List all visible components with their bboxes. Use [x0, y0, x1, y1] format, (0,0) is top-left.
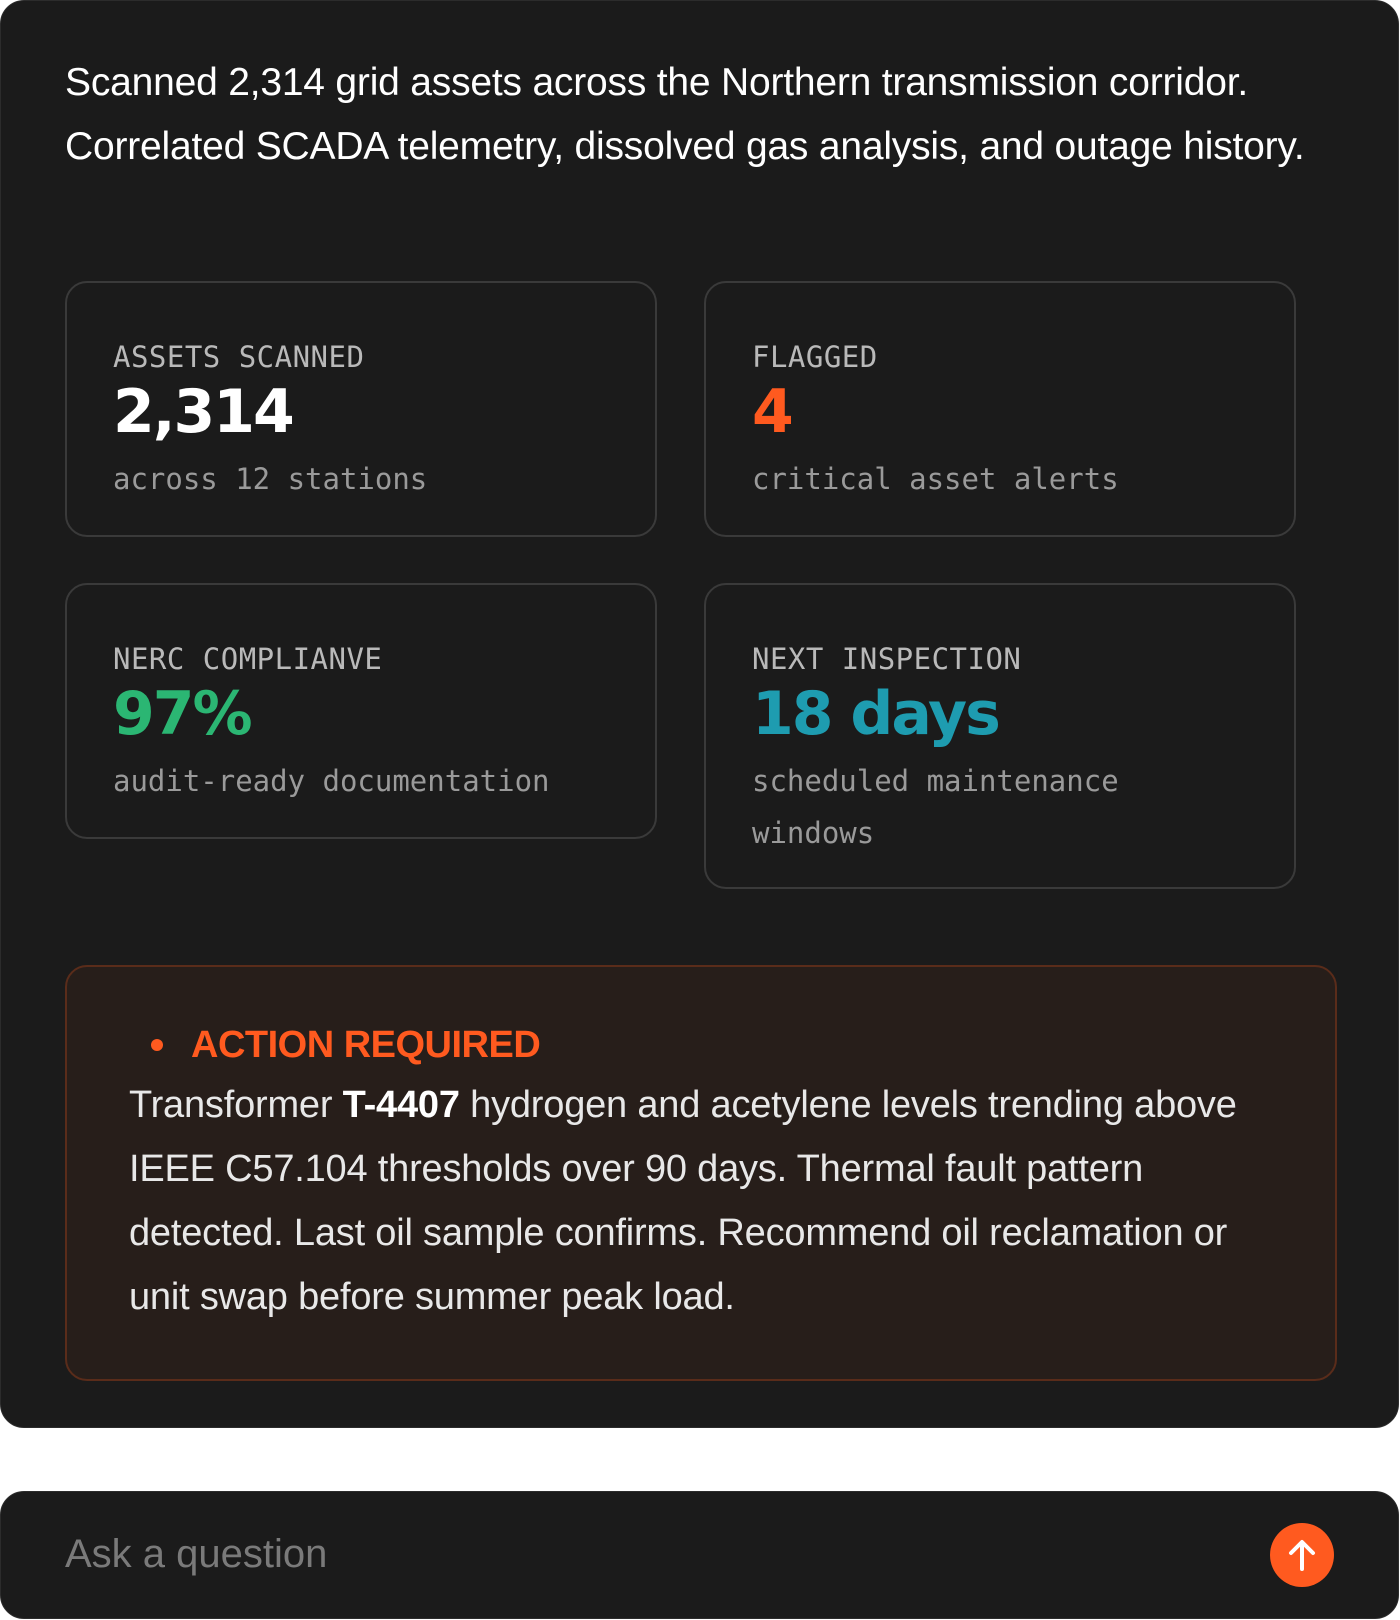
- stat-value: 18 days: [752, 679, 1001, 749]
- stat-card-nerc-compliance: NERC COMPLIANVE 97% audit-ready document…: [65, 583, 657, 839]
- bullet-dot-icon: [151, 1039, 163, 1051]
- stat-value: 97%: [113, 679, 253, 749]
- stat-value: 2,314: [113, 377, 295, 447]
- alert-body-prefix: Transformer: [129, 1084, 343, 1126]
- ask-bar: [0, 1491, 1399, 1619]
- stat-label: NEXT INSPECTION: [752, 642, 1022, 676]
- stat-label: FLAGGED: [752, 340, 878, 374]
- alert-title: ACTION REQUIRED: [191, 1024, 541, 1066]
- stat-label: NERC COMPLIANVE: [113, 642, 383, 676]
- summary-line-2: Correlated SCADA telemetry, dissolved ga…: [65, 125, 1305, 168]
- send-button[interactable]: [1270, 1523, 1334, 1587]
- stat-caption: scheduled maintenance windows: [752, 764, 1119, 850]
- action-required-alert: ACTION REQUIRED Transformer T-4407 hydro…: [65, 965, 1337, 1381]
- stat-card-flagged: FLAGGED 4 critical asset alerts: [704, 281, 1296, 537]
- summary-line-1: Scanned 2,314 grid assets across the Nor…: [65, 61, 1248, 104]
- stat-caption: critical asset alerts: [752, 462, 1119, 496]
- stat-card-next-inspection: NEXT INSPECTION 18 days scheduled mainte…: [704, 583, 1296, 889]
- question-input[interactable]: [65, 1522, 1165, 1586]
- asset-id: T-4407: [342, 1084, 460, 1126]
- arrow-up-icon: [1289, 1540, 1315, 1571]
- summary-text: Scanned 2,314 grid assets across the Nor…: [65, 51, 1355, 179]
- stat-value: 4: [752, 377, 794, 447]
- stat-caption: audit-ready documentation: [113, 764, 550, 798]
- stat-label: ASSETS SCANNED: [113, 340, 365, 374]
- analysis-panel: Scanned 2,314 grid assets across the Nor…: [0, 0, 1399, 1428]
- stat-caption: across 12 stations: [113, 462, 428, 496]
- alert-body: Transformer T-4407 hydrogen and acetylen…: [129, 1073, 1279, 1329]
- alert-heading: ACTION REQUIRED: [151, 1023, 541, 1067]
- stat-card-assets-scanned: ASSETS SCANNED 2,314 across 12 stations: [65, 281, 657, 537]
